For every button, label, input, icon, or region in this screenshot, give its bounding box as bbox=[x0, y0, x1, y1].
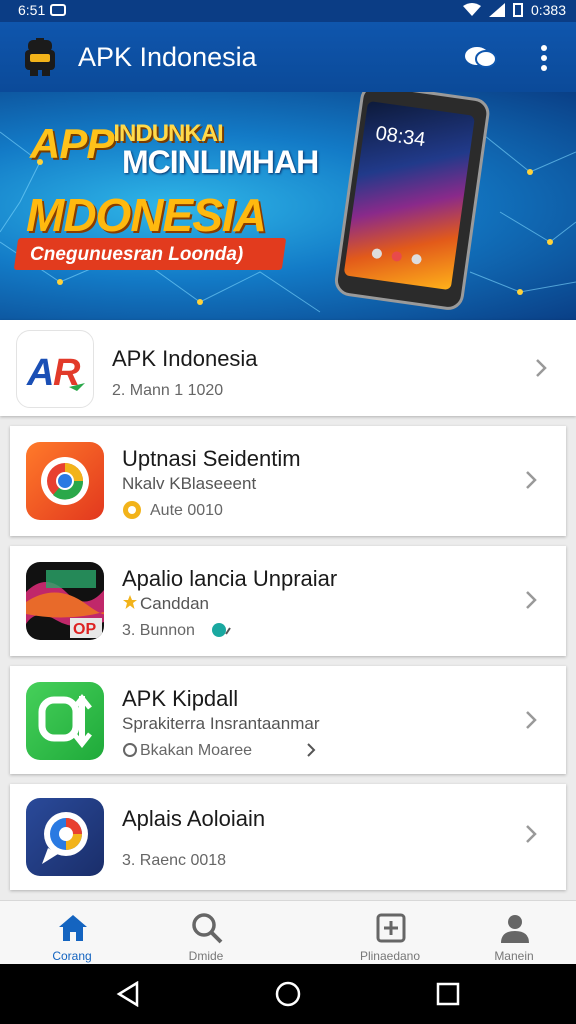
banner-headline-small: INDUNKAI bbox=[113, 120, 223, 147]
gear-badge-icon bbox=[212, 623, 231, 637]
recents-icon[interactable] bbox=[435, 981, 461, 1007]
wifi-icon bbox=[462, 3, 481, 16]
more-vert-icon[interactable] bbox=[536, 44, 552, 72]
nav-item-search[interactable]: Dmide bbox=[134, 901, 278, 965]
home-icon bbox=[59, 915, 87, 941]
nav-label: Dmide bbox=[188, 949, 224, 963]
nav-label: Plinaedano bbox=[359, 949, 421, 963]
add-box-icon bbox=[376, 913, 406, 943]
small-chevron-icon bbox=[307, 743, 316, 757]
chevron-right-icon bbox=[526, 471, 537, 489]
star-icon bbox=[123, 595, 137, 609]
info-icon bbox=[123, 743, 137, 757]
search-icon bbox=[192, 913, 223, 944]
status-time: 6:51 bbox=[18, 2, 46, 18]
app-card[interactable]: Uptnasi Seidentim Nkalv KBlaseeent Aute … bbox=[10, 426, 566, 536]
green-chat-icon bbox=[26, 682, 104, 760]
chevron-right-icon bbox=[526, 591, 537, 609]
person-icon bbox=[501, 915, 529, 943]
signal-icon bbox=[488, 3, 505, 17]
chat-icon[interactable] bbox=[463, 46, 497, 68]
bottom-navigation: Corang Dmide Plinaedano Manein bbox=[0, 900, 576, 964]
blue-chat-icon bbox=[26, 798, 104, 876]
app-meta: 3. Bunnon bbox=[122, 622, 195, 639]
app-card[interactable]: APK Kipdall Sprakiterra Insrantaanmar Bk… bbox=[10, 666, 566, 774]
promo-banner[interactable]: APPINDUNKAI MCINLIMHAH MDONESIA Cnegunue… bbox=[0, 92, 576, 320]
chevron-right-icon bbox=[526, 711, 537, 729]
app-meta: 2. Mann 1 1020 bbox=[112, 382, 224, 399]
back-icon[interactable] bbox=[115, 981, 141, 1007]
banner-headline-3: MDONESIA bbox=[26, 189, 267, 241]
notification-icon bbox=[50, 4, 66, 16]
svg-text:OP: OP bbox=[73, 621, 96, 638]
system-navigation-bar bbox=[0, 964, 576, 1024]
app-title-label: Apalio lancia Unpraiar bbox=[122, 566, 338, 591]
status-bar: 6:51 0:383 bbox=[0, 0, 576, 22]
app-meta: 3. Raenc 0018 bbox=[122, 852, 227, 869]
nav-label: Corang bbox=[52, 949, 92, 963]
battery-icon bbox=[512, 3, 523, 17]
app-subtitle: Canddan bbox=[140, 594, 210, 613]
badge-icon bbox=[123, 501, 141, 519]
app-card[interactable]: Aplais Aoloiain 3. Raenc 0018 bbox=[10, 784, 566, 890]
nav-item-add[interactable]: Plinaedano bbox=[318, 901, 462, 965]
banner-ribbon-text: Cnegunuesran Loonda) bbox=[30, 244, 244, 265]
app-subtitle: Sprakiterra Insrantaanmar bbox=[122, 714, 320, 733]
app-title-label: APK Kipdall bbox=[122, 686, 239, 711]
home-circle-icon[interactable] bbox=[275, 981, 301, 1007]
chrome-style-icon bbox=[26, 442, 104, 520]
nav-item-home[interactable]: Corang bbox=[0, 901, 144, 965]
app-meta: Aute 0010 bbox=[150, 502, 223, 519]
app-meta: Bkakan Moaree bbox=[140, 742, 253, 759]
app-card[interactable]: A R APK Indonesia 2. Mann 1 1020 bbox=[0, 320, 576, 416]
nav-label: Manein bbox=[494, 949, 534, 963]
banner-headline-2: MCINLIMHAH bbox=[122, 144, 319, 180]
app-title: APK Indonesia bbox=[78, 42, 257, 72]
app-title-label: Uptnasi Seidentim bbox=[122, 446, 301, 471]
nav-item-profile[interactable]: Manein bbox=[442, 901, 576, 965]
status-clock: 0:383 bbox=[530, 2, 566, 18]
apk-logo-icon: A R bbox=[16, 330, 94, 408]
app-title-label: Aplais Aoloiain bbox=[122, 806, 266, 831]
robot-logo-icon bbox=[25, 38, 55, 76]
app-bar: APK Indonesia bbox=[0, 22, 576, 92]
chevron-right-icon bbox=[536, 359, 547, 377]
app-title-label: APK Indonesia bbox=[112, 346, 258, 371]
svg-text:A: A bbox=[26, 352, 54, 394]
chevron-right-icon bbox=[526, 825, 537, 843]
app-subtitle: Nkalv KBlaseeent bbox=[122, 474, 257, 493]
game-art-icon: OP bbox=[26, 562, 104, 640]
app-card[interactable]: OP Apalio lancia Unpraiar Canddan 3. Bun… bbox=[10, 546, 566, 656]
